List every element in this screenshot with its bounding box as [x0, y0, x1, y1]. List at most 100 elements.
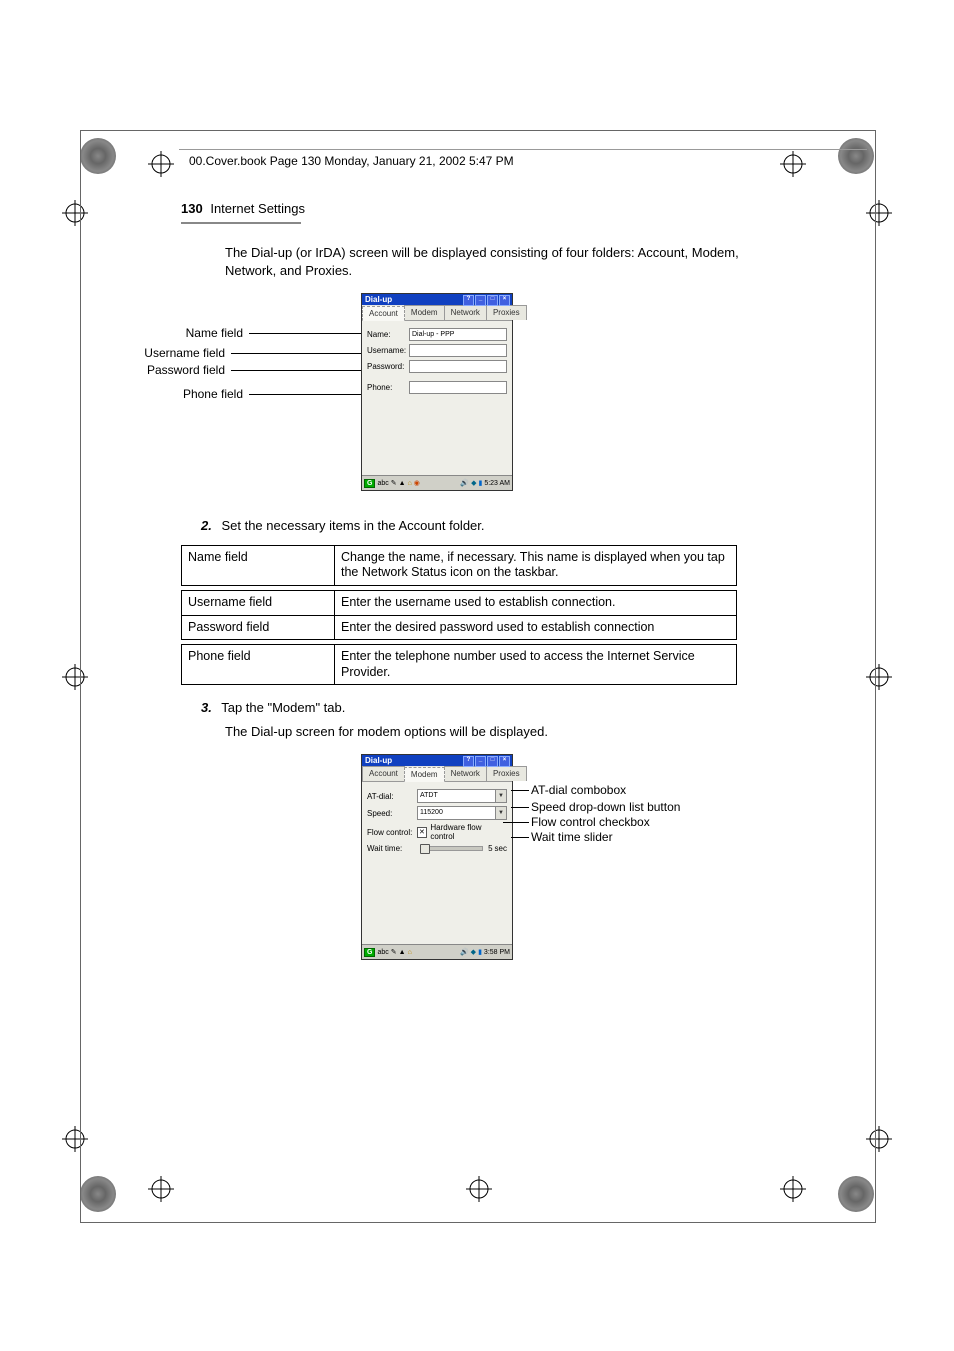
atdial-label: AT-dial:	[367, 792, 417, 801]
taskbar-time: 5:23 AM	[484, 480, 510, 487]
window-titlebar: Dial-up ? _ □ ×	[362, 294, 512, 305]
atdial-combobox[interactable]: ATDT	[417, 789, 507, 803]
phone-label: Phone:	[367, 383, 409, 392]
table-row: Password field Enter the desired passwor…	[182, 615, 737, 640]
wait-label: Wait time:	[367, 844, 417, 853]
maximize-button[interactable]: □	[487, 756, 498, 767]
speed-dropdown[interactable]: 115200	[417, 806, 507, 820]
name-input[interactable]: Dial-up - PPP	[409, 328, 507, 341]
window-titlebar: Dial-up ? _ □ ×	[362, 755, 512, 766]
table-row: Phone field Enter the telephone number u…	[182, 645, 737, 685]
wait-value: 5	[487, 844, 493, 853]
taskbar: G abc ✎ ▲ ⌂ ◉ 🔊 ◆ ▮ 5:23 AM	[362, 475, 512, 490]
maximize-button[interactable]: □	[487, 295, 498, 306]
callout-username-label: Username field	[75, 346, 225, 360]
close-button[interactable]: ×	[499, 756, 510, 767]
page-frame: 00.Cover.book Page 130 Monday, January 2…	[80, 130, 876, 1223]
tray-icon[interactable]: ◆	[471, 948, 476, 956]
dialup-modem-window: Dial-up ? _ □ × Account Modem Network Pr…	[361, 754, 513, 960]
password-label: Password:	[367, 362, 409, 371]
callout-name-label: Name field	[93, 326, 243, 340]
account-fields-table: Name field Change the name, if necessary…	[181, 545, 737, 686]
start-button[interactable]: G	[364, 948, 375, 957]
tab-proxies[interactable]: Proxies	[486, 305, 527, 320]
home-icon[interactable]: ⌂	[408, 480, 412, 487]
help-button[interactable]: ?	[463, 295, 474, 306]
battery-icon[interactable]: ▮	[478, 948, 482, 956]
taskbar-icon[interactable]: abc	[377, 480, 388, 487]
taskbar-time: 3:58 PM	[484, 949, 510, 956]
table-cell-desc: Enter the telephone number used to acces…	[335, 645, 737, 685]
callout-line	[511, 807, 529, 808]
section-title: Internet Settings	[210, 201, 305, 216]
battery-icon[interactable]: ▮	[478, 479, 482, 487]
flow-control-text: Hardware flow control	[430, 823, 507, 841]
callout-password-label: Password field	[75, 363, 225, 377]
window-title: Dial-up	[365, 756, 392, 765]
table-cell-label: Username field	[182, 590, 335, 615]
callout-flow-label: Flow control checkbox	[531, 815, 650, 829]
callout-line	[503, 822, 529, 823]
callout-line	[249, 333, 365, 334]
phone-input[interactable]	[409, 381, 507, 394]
help-button[interactable]: ?	[463, 756, 474, 767]
wait-unit: sec	[495, 844, 507, 853]
speed-label: Speed:	[367, 809, 417, 818]
wait-time-slider[interactable]	[421, 846, 483, 851]
tab-account[interactable]: Account	[362, 766, 405, 781]
up-icon[interactable]: ▲	[399, 480, 406, 487]
tab-network[interactable]: Network	[444, 305, 487, 320]
pen-icon[interactable]: ✎	[391, 948, 397, 956]
account-screen-diagram: Name field Username field Password field…	[181, 293, 791, 503]
close-button[interactable]: ×	[499, 295, 510, 306]
table-cell-label: Password field	[182, 615, 335, 640]
step-3: 3. Tap the "Modem" tab.	[201, 699, 791, 717]
callout-line	[511, 837, 529, 838]
dialup-account-window: Dial-up ? _ □ × Account Modem Network Pr…	[361, 293, 513, 491]
volume-icon[interactable]: 🔊	[460, 948, 469, 956]
intro-paragraph: The Dial-up (or IrDA) screen will be dis…	[225, 244, 791, 279]
start-button[interactable]: G	[364, 479, 375, 488]
username-input[interactable]	[409, 344, 507, 357]
header-rule	[179, 149, 867, 150]
step-3-text: Tap the "Modem" tab.	[221, 700, 345, 715]
minimize-button[interactable]: _	[475, 756, 486, 767]
slider-thumb[interactable]	[420, 844, 430, 854]
taskbar: G abc ✎ ▲ ⌂ 🔊 ◆ ▮ 3:58 PM	[362, 944, 512, 959]
callout-phone-label: Phone field	[93, 387, 243, 401]
up-icon[interactable]: ▲	[399, 949, 406, 956]
table-cell-desc: Enter the desired password used to estab…	[335, 615, 737, 640]
tray-icon[interactable]: ◆	[471, 479, 476, 487]
step-3-body: The Dial-up screen for modem options wil…	[225, 723, 791, 741]
name-label: Name:	[367, 330, 409, 339]
home-icon[interactable]: ⌂	[408, 949, 412, 956]
tab-network[interactable]: Network	[444, 766, 487, 781]
globe-icon[interactable]: ◉	[414, 479, 420, 487]
tab-proxies[interactable]: Proxies	[486, 766, 527, 781]
table-cell-label: Name field	[182, 545, 335, 585]
step-3-number: 3.	[201, 700, 212, 715]
callout-line	[511, 790, 529, 791]
callout-wait-label: Wait time slider	[531, 830, 613, 844]
minimize-button[interactable]: _	[475, 295, 486, 306]
step-2-text: Set the necessary items in the Account f…	[221, 518, 484, 533]
volume-icon[interactable]: 🔊	[460, 479, 469, 487]
header-underline	[181, 222, 301, 224]
tab-modem[interactable]: Modem	[404, 305, 445, 320]
password-input[interactable]	[409, 360, 507, 373]
tab-account[interactable]: Account	[362, 306, 405, 321]
window-title: Dial-up	[365, 295, 392, 304]
taskbar-icon[interactable]: abc	[377, 949, 388, 956]
pen-icon[interactable]: ✎	[391, 479, 397, 487]
callout-line	[231, 353, 365, 354]
flow-control-checkbox[interactable]: ✕	[417, 827, 428, 838]
table-cell-desc: Change the name, if necessary. This name…	[335, 545, 737, 585]
username-label: Username:	[367, 346, 409, 355]
flow-label: Flow control:	[367, 828, 417, 837]
table-cell-label: Phone field	[182, 645, 335, 685]
callout-line	[231, 370, 365, 371]
step-2: 2. Set the necessary items in the Accoun…	[201, 517, 791, 535]
modem-screen-diagram: Dial-up ? _ □ × Account Modem Network Pr…	[181, 754, 791, 974]
tab-modem[interactable]: Modem	[404, 767, 445, 782]
page-header: 130 Internet Settings	[181, 201, 791, 224]
